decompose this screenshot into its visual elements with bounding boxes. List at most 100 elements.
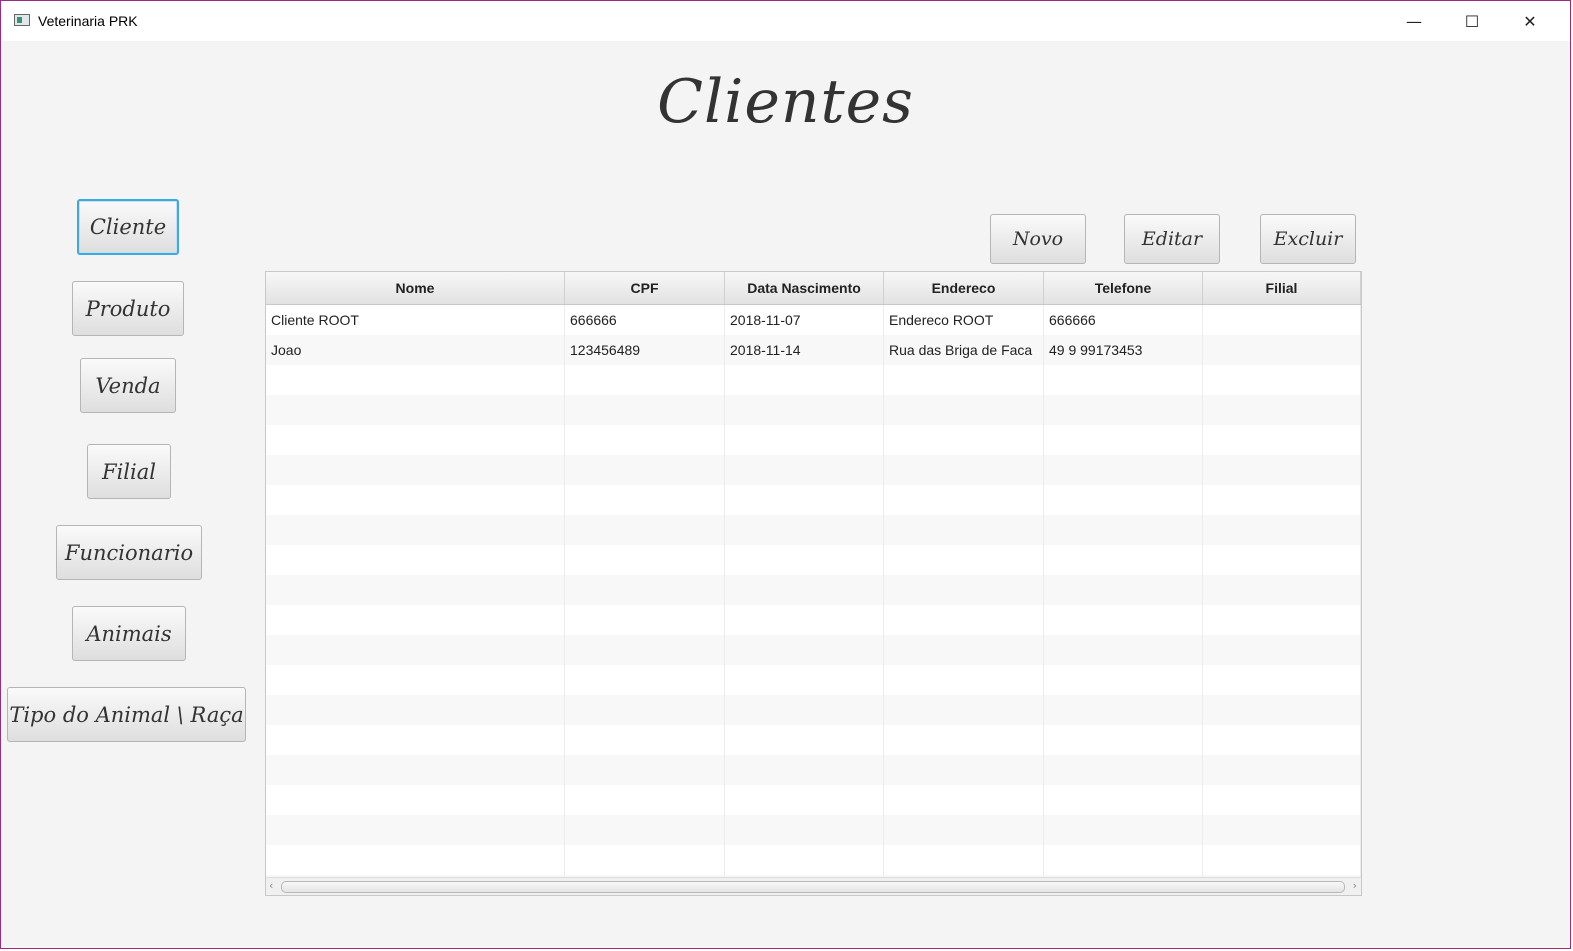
empty-cell xyxy=(266,635,565,665)
empty-table-row xyxy=(266,395,1361,425)
table-header: Nome CPF Data Nascimento Endereco Telefo… xyxy=(266,272,1361,305)
empty-cell xyxy=(1203,485,1361,515)
empty-table-row xyxy=(266,845,1361,875)
empty-cell xyxy=(884,485,1044,515)
empty-table-row xyxy=(266,545,1361,575)
empty-cell xyxy=(565,815,725,845)
empty-table-row xyxy=(266,455,1361,485)
empty-cell xyxy=(1044,815,1203,845)
nav-animais-button[interactable]: Animais xyxy=(72,606,186,661)
empty-cell xyxy=(266,845,565,875)
empty-cell xyxy=(565,365,725,395)
column-header-cpf[interactable]: CPF xyxy=(565,272,725,304)
scrollbar-thumb[interactable] xyxy=(281,881,1345,893)
empty-table-row xyxy=(266,425,1361,455)
empty-cell xyxy=(725,485,884,515)
empty-cell xyxy=(1044,575,1203,605)
empty-cell xyxy=(1044,665,1203,695)
empty-cell xyxy=(725,545,884,575)
cell-data-nascimento: 2018-11-14 xyxy=(725,335,884,365)
cell-telefone: 666666 xyxy=(1044,305,1203,335)
table-row[interactable]: Cliente ROOT 666666 2018-11-07 Endereco … xyxy=(266,305,1361,335)
minimize-button[interactable]: — xyxy=(1385,1,1443,41)
empty-cell xyxy=(565,455,725,485)
empty-cell xyxy=(1044,605,1203,635)
empty-cell xyxy=(1203,755,1361,785)
app-window-icon xyxy=(14,14,30,26)
edit-button[interactable]: Editar xyxy=(1124,214,1220,264)
empty-cell xyxy=(266,455,565,485)
empty-cell xyxy=(565,545,725,575)
maximize-button[interactable]: ☐ xyxy=(1443,1,1501,41)
nav-funcionario-button[interactable]: Funcionario xyxy=(56,525,202,580)
empty-cell xyxy=(565,725,725,755)
empty-table-row xyxy=(266,515,1361,545)
column-header-endereco[interactable]: Endereco xyxy=(884,272,1044,304)
empty-cell xyxy=(1203,815,1361,845)
column-header-filial[interactable]: Filial xyxy=(1203,272,1361,304)
empty-table-row xyxy=(266,605,1361,635)
empty-cell xyxy=(565,395,725,425)
empty-cell xyxy=(725,695,884,725)
empty-cell xyxy=(1203,575,1361,605)
cell-cpf: 666666 xyxy=(565,305,725,335)
chevron-left-icon[interactable]: ‹ xyxy=(269,879,273,892)
empty-cell xyxy=(1203,845,1361,875)
table-row[interactable]: Joao 123456489 2018-11-14 Rua das Briga … xyxy=(266,335,1361,365)
new-button[interactable]: Novo xyxy=(990,214,1086,264)
empty-cell xyxy=(725,665,884,695)
nav-tipo-animal-raca-button[interactable]: Tipo do Animal \ Raça xyxy=(7,687,246,742)
empty-table-row xyxy=(266,815,1361,845)
empty-cell xyxy=(884,815,1044,845)
chevron-right-icon[interactable]: › xyxy=(1353,879,1357,892)
empty-cell xyxy=(266,395,565,425)
empty-cell xyxy=(1203,455,1361,485)
column-header-data-nascimento[interactable]: Data Nascimento xyxy=(725,272,884,304)
empty-cell xyxy=(884,425,1044,455)
nav-venda-button[interactable]: Venda xyxy=(80,358,176,413)
app-window: Veterinaria PRK — ☐ ✕ Clientes Cliente P… xyxy=(0,0,1571,949)
nav-filial-button[interactable]: Filial xyxy=(87,444,171,499)
empty-cell xyxy=(725,575,884,605)
empty-cell xyxy=(565,425,725,455)
empty-cell xyxy=(1203,635,1361,665)
empty-table-row xyxy=(266,695,1361,725)
empty-cell xyxy=(565,785,725,815)
empty-cell xyxy=(565,575,725,605)
nav-produto-button[interactable]: Produto xyxy=(72,281,184,336)
empty-cell xyxy=(1203,695,1361,725)
empty-cell xyxy=(565,755,725,785)
empty-cell xyxy=(1044,785,1203,815)
empty-cell xyxy=(266,785,565,815)
empty-cell xyxy=(1203,515,1361,545)
empty-cell xyxy=(266,425,565,455)
close-button[interactable]: ✕ xyxy=(1501,1,1559,41)
cell-nome: Joao xyxy=(266,335,565,365)
cell-endereco: Rua das Briga de Faca xyxy=(884,335,1044,365)
empty-table-row xyxy=(266,725,1361,755)
nav-cliente-button[interactable]: Cliente xyxy=(77,199,179,255)
cell-nome: Cliente ROOT xyxy=(266,305,565,335)
empty-cell xyxy=(1203,785,1361,815)
empty-cell xyxy=(725,755,884,785)
delete-button[interactable]: Excluir xyxy=(1260,214,1356,264)
empty-cell xyxy=(884,365,1044,395)
empty-cell xyxy=(565,695,725,725)
horizontal-scrollbar[interactable]: ‹ › xyxy=(266,877,1361,895)
empty-cell xyxy=(725,605,884,635)
empty-cell xyxy=(1044,515,1203,545)
empty-cell xyxy=(1044,485,1203,515)
column-header-nome[interactable]: Nome xyxy=(266,272,565,304)
column-header-telefone[interactable]: Telefone xyxy=(1044,272,1203,304)
empty-cell xyxy=(1203,395,1361,425)
empty-cell xyxy=(725,815,884,845)
empty-cell xyxy=(725,785,884,815)
empty-cell xyxy=(884,545,1044,575)
empty-cell xyxy=(1044,695,1203,725)
empty-cell xyxy=(1203,545,1361,575)
empty-table-row xyxy=(266,785,1361,815)
table-body: Cliente ROOT 666666 2018-11-07 Endereco … xyxy=(266,305,1361,879)
empty-cell xyxy=(1203,725,1361,755)
empty-cell xyxy=(266,725,565,755)
empty-cell xyxy=(565,485,725,515)
